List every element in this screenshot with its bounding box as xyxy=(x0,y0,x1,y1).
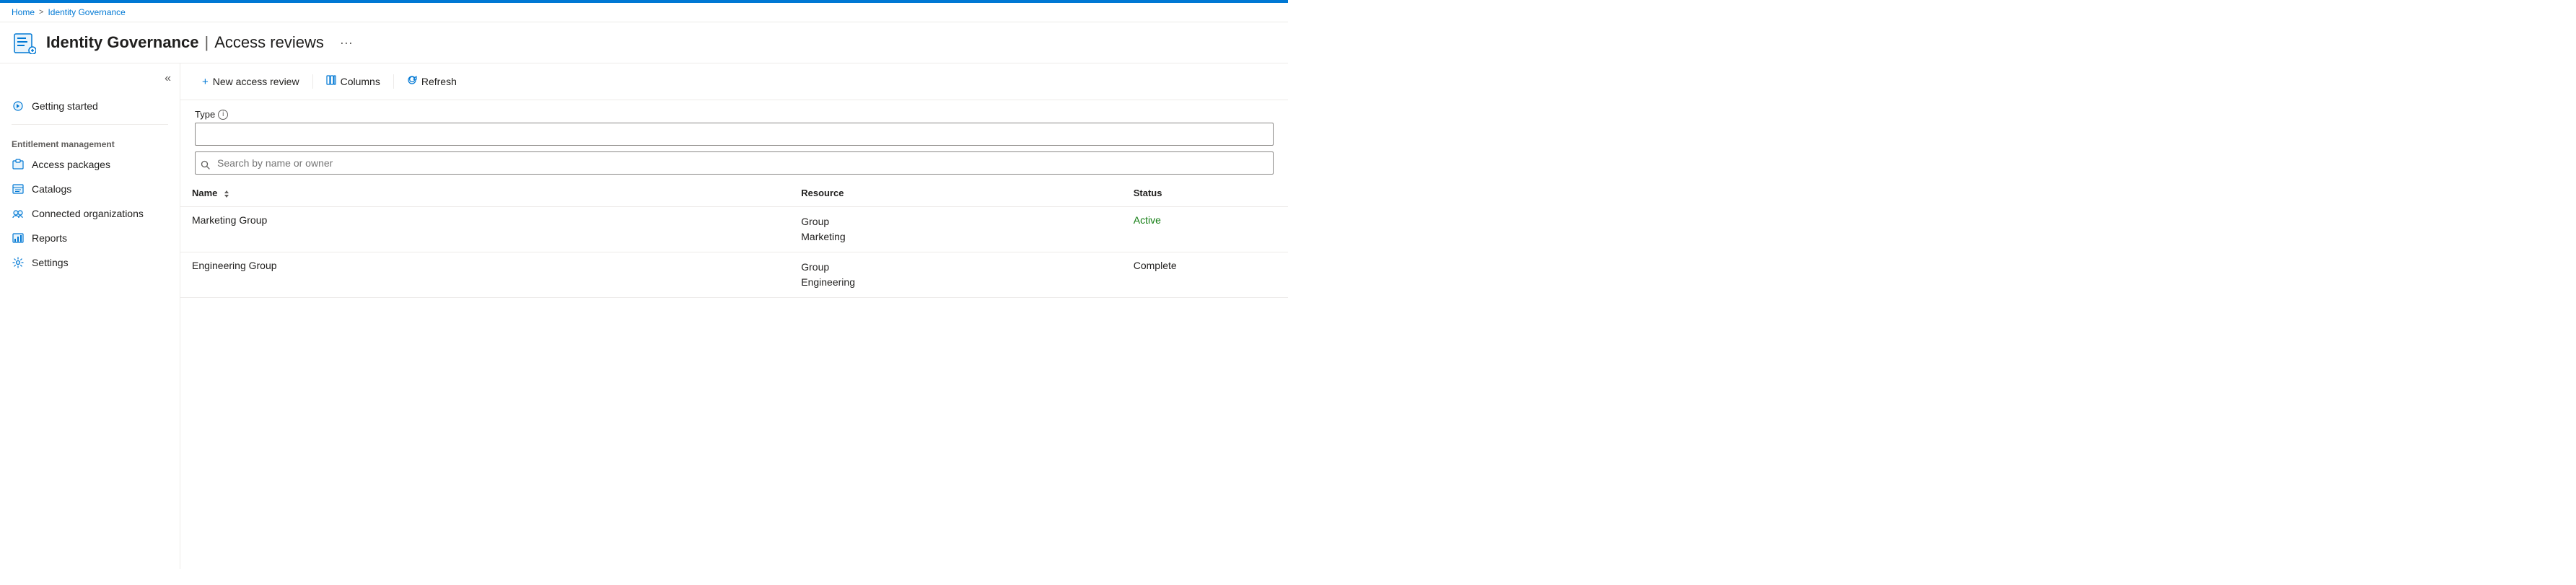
new-access-review-label: New access review xyxy=(213,76,299,87)
catalogs-icon xyxy=(12,182,25,195)
breadcrumb: Home > Identity Governance xyxy=(0,3,1288,22)
search-icon xyxy=(201,160,210,172)
page-title-block: Identity Governance | Access reviews xyxy=(46,33,324,52)
page-header: Identity Governance | Access reviews ··· xyxy=(0,22,1288,63)
type-filter-label: Type i xyxy=(195,109,1274,120)
refresh-button[interactable]: Refresh xyxy=(400,71,464,92)
access-packages-icon xyxy=(12,158,25,171)
row-2-status-badge: Complete xyxy=(1134,260,1177,271)
row-2-resource: Group Engineering xyxy=(789,252,1122,297)
sidebar: « Getting started Entitlement management xyxy=(0,63,180,569)
plus-icon: + xyxy=(202,76,209,88)
row-2-resource-type: Group xyxy=(801,260,1110,275)
row-2-name: Engineering Group xyxy=(180,252,789,297)
breadcrumb-home[interactable]: Home xyxy=(12,7,35,17)
name-sort-icon[interactable] xyxy=(223,189,230,199)
page-title-separator: | xyxy=(205,33,209,52)
filters-area: Type i xyxy=(180,100,1288,151)
sidebar-item-access-packages[interactable]: Access packages xyxy=(0,152,180,177)
breadcrumb-current[interactable]: Identity Governance xyxy=(48,7,125,17)
row-1-name: Marketing Group xyxy=(180,206,789,252)
connected-organizations-label: Connected organizations xyxy=(32,208,144,219)
sidebar-item-settings[interactable]: Settings xyxy=(0,250,180,275)
toolbar-separator-2 xyxy=(393,74,394,89)
reports-label: Reports xyxy=(32,232,67,244)
row-2-status: Complete xyxy=(1122,252,1288,297)
getting-started-label: Getting started xyxy=(32,100,98,112)
entitlement-management-label: Entitlement management xyxy=(0,131,180,152)
col-header-resource: Resource xyxy=(789,180,1122,206)
table-row[interactable]: Marketing Group Group Marketing Active xyxy=(180,206,1288,252)
row-1-status-badge: Active xyxy=(1134,214,1161,226)
columns-label: Columns xyxy=(341,76,380,87)
page-title-sub: Access reviews xyxy=(214,33,324,52)
col-header-name[interactable]: Name xyxy=(180,180,789,206)
sidebar-collapse-area: « xyxy=(0,69,180,94)
main-layout: « Getting started Entitlement management xyxy=(0,63,1288,569)
toolbar-separator-1 xyxy=(312,74,313,89)
row-1-resource: Group Marketing xyxy=(789,206,1122,252)
sidebar-item-reports[interactable]: Reports xyxy=(0,226,180,250)
row-1-resource-type: Group xyxy=(801,214,1110,229)
data-table: Name Resource Status xyxy=(180,180,1288,298)
settings-label: Settings xyxy=(32,257,69,268)
type-filter-select[interactable] xyxy=(195,123,1274,146)
table-row[interactable]: Engineering Group Group Engineering Comp… xyxy=(180,252,1288,297)
more-options-button[interactable]: ··· xyxy=(336,34,357,52)
type-label-text: Type xyxy=(195,109,215,120)
columns-icon xyxy=(326,75,336,88)
row-1-resource-name: Marketing xyxy=(801,229,1110,245)
table-body: Marketing Group Group Marketing Active E… xyxy=(180,206,1288,297)
col-header-status: Status xyxy=(1122,180,1288,206)
refresh-icon xyxy=(407,75,417,88)
sidebar-item-catalogs[interactable]: Catalogs xyxy=(0,177,180,201)
sidebar-collapse-button[interactable]: « xyxy=(165,72,171,85)
search-input[interactable] xyxy=(195,151,1274,175)
search-box-wrap xyxy=(180,151,1288,180)
page-icon xyxy=(12,30,38,56)
page-title-main: Identity Governance xyxy=(46,33,199,52)
sidebar-item-getting-started[interactable]: Getting started xyxy=(0,94,180,118)
toolbar: + New access review Columns xyxy=(180,63,1288,100)
refresh-label: Refresh xyxy=(421,76,457,87)
access-packages-label: Access packages xyxy=(32,159,110,170)
settings-icon xyxy=(12,256,25,269)
getting-started-icon xyxy=(12,100,25,113)
sidebar-divider xyxy=(12,124,168,125)
new-access-review-button[interactable]: + New access review xyxy=(195,71,307,92)
row-1-status: Active xyxy=(1122,206,1288,252)
connected-organizations-icon xyxy=(12,207,25,220)
table-header: Name Resource Status xyxy=(180,180,1288,206)
sidebar-item-connected-organizations[interactable]: Connected organizations xyxy=(0,201,180,226)
row-2-resource-name: Engineering xyxy=(801,275,1110,290)
reports-icon xyxy=(12,232,25,245)
catalogs-label: Catalogs xyxy=(32,183,71,195)
content-area: + New access review Columns xyxy=(180,63,1288,569)
columns-button[interactable]: Columns xyxy=(319,71,387,92)
type-info-icon[interactable]: i xyxy=(218,110,228,120)
breadcrumb-separator: > xyxy=(39,8,43,17)
